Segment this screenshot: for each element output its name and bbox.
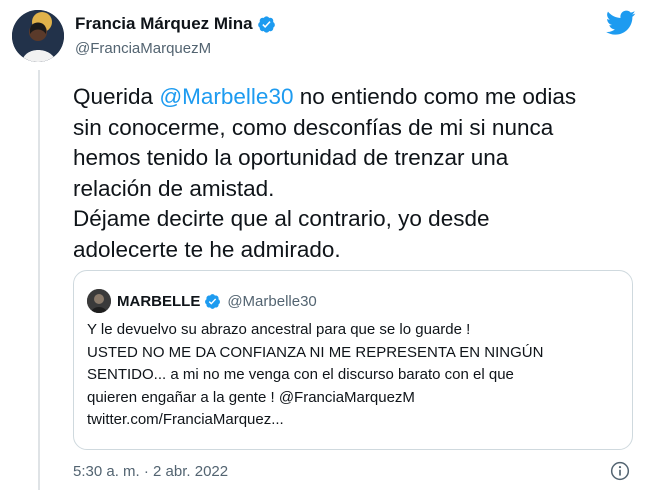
quoted-author-display-name[interactable]: MARBELLE [117, 293, 200, 310]
tweet-mention-link[interactable]: @Marbelle30 [159, 84, 293, 109]
quoted-tweet-text: Y le devuelvo su abrazo ancestral para q… [87, 321, 544, 428]
tweet-text-after: no entiendo como me odias sin conocerme,… [73, 84, 577, 262]
quoted-tweet-card[interactable]: MARBELLE @Marbelle30 Y le devuelvo su ab… [73, 270, 633, 450]
twitter-bird-icon[interactable] [606, 10, 636, 36]
verified-badge-icon [257, 15, 275, 33]
author-handle[interactable]: @FranciaMarquezM [75, 40, 211, 57]
author-name-row: Francia Márquez Mina [75, 14, 276, 34]
tweet-text-before: Querida [73, 84, 160, 109]
tweet-timestamp[interactable]: 5:30 a. m. · 2 abr. 2022 [73, 463, 228, 480]
quoted-author-handle[interactable]: @Marbelle30 [227, 293, 316, 310]
verified-badge-icon [205, 293, 221, 309]
quoted-tweet-header: MARBELLE @Marbelle30 [87, 289, 317, 313]
tweet-text: Querida @Marbelle30 no entiendo como me … [73, 82, 633, 265]
thread-line [38, 70, 40, 490]
info-icon[interactable] [610, 461, 630, 481]
quoted-author-avatar[interactable] [87, 289, 111, 313]
author-avatar[interactable] [12, 10, 64, 62]
tweet-header: Francia Márquez Mina @FranciaMarquezM [12, 10, 636, 62]
author-display-name[interactable]: Francia Márquez Mina [75, 14, 253, 34]
